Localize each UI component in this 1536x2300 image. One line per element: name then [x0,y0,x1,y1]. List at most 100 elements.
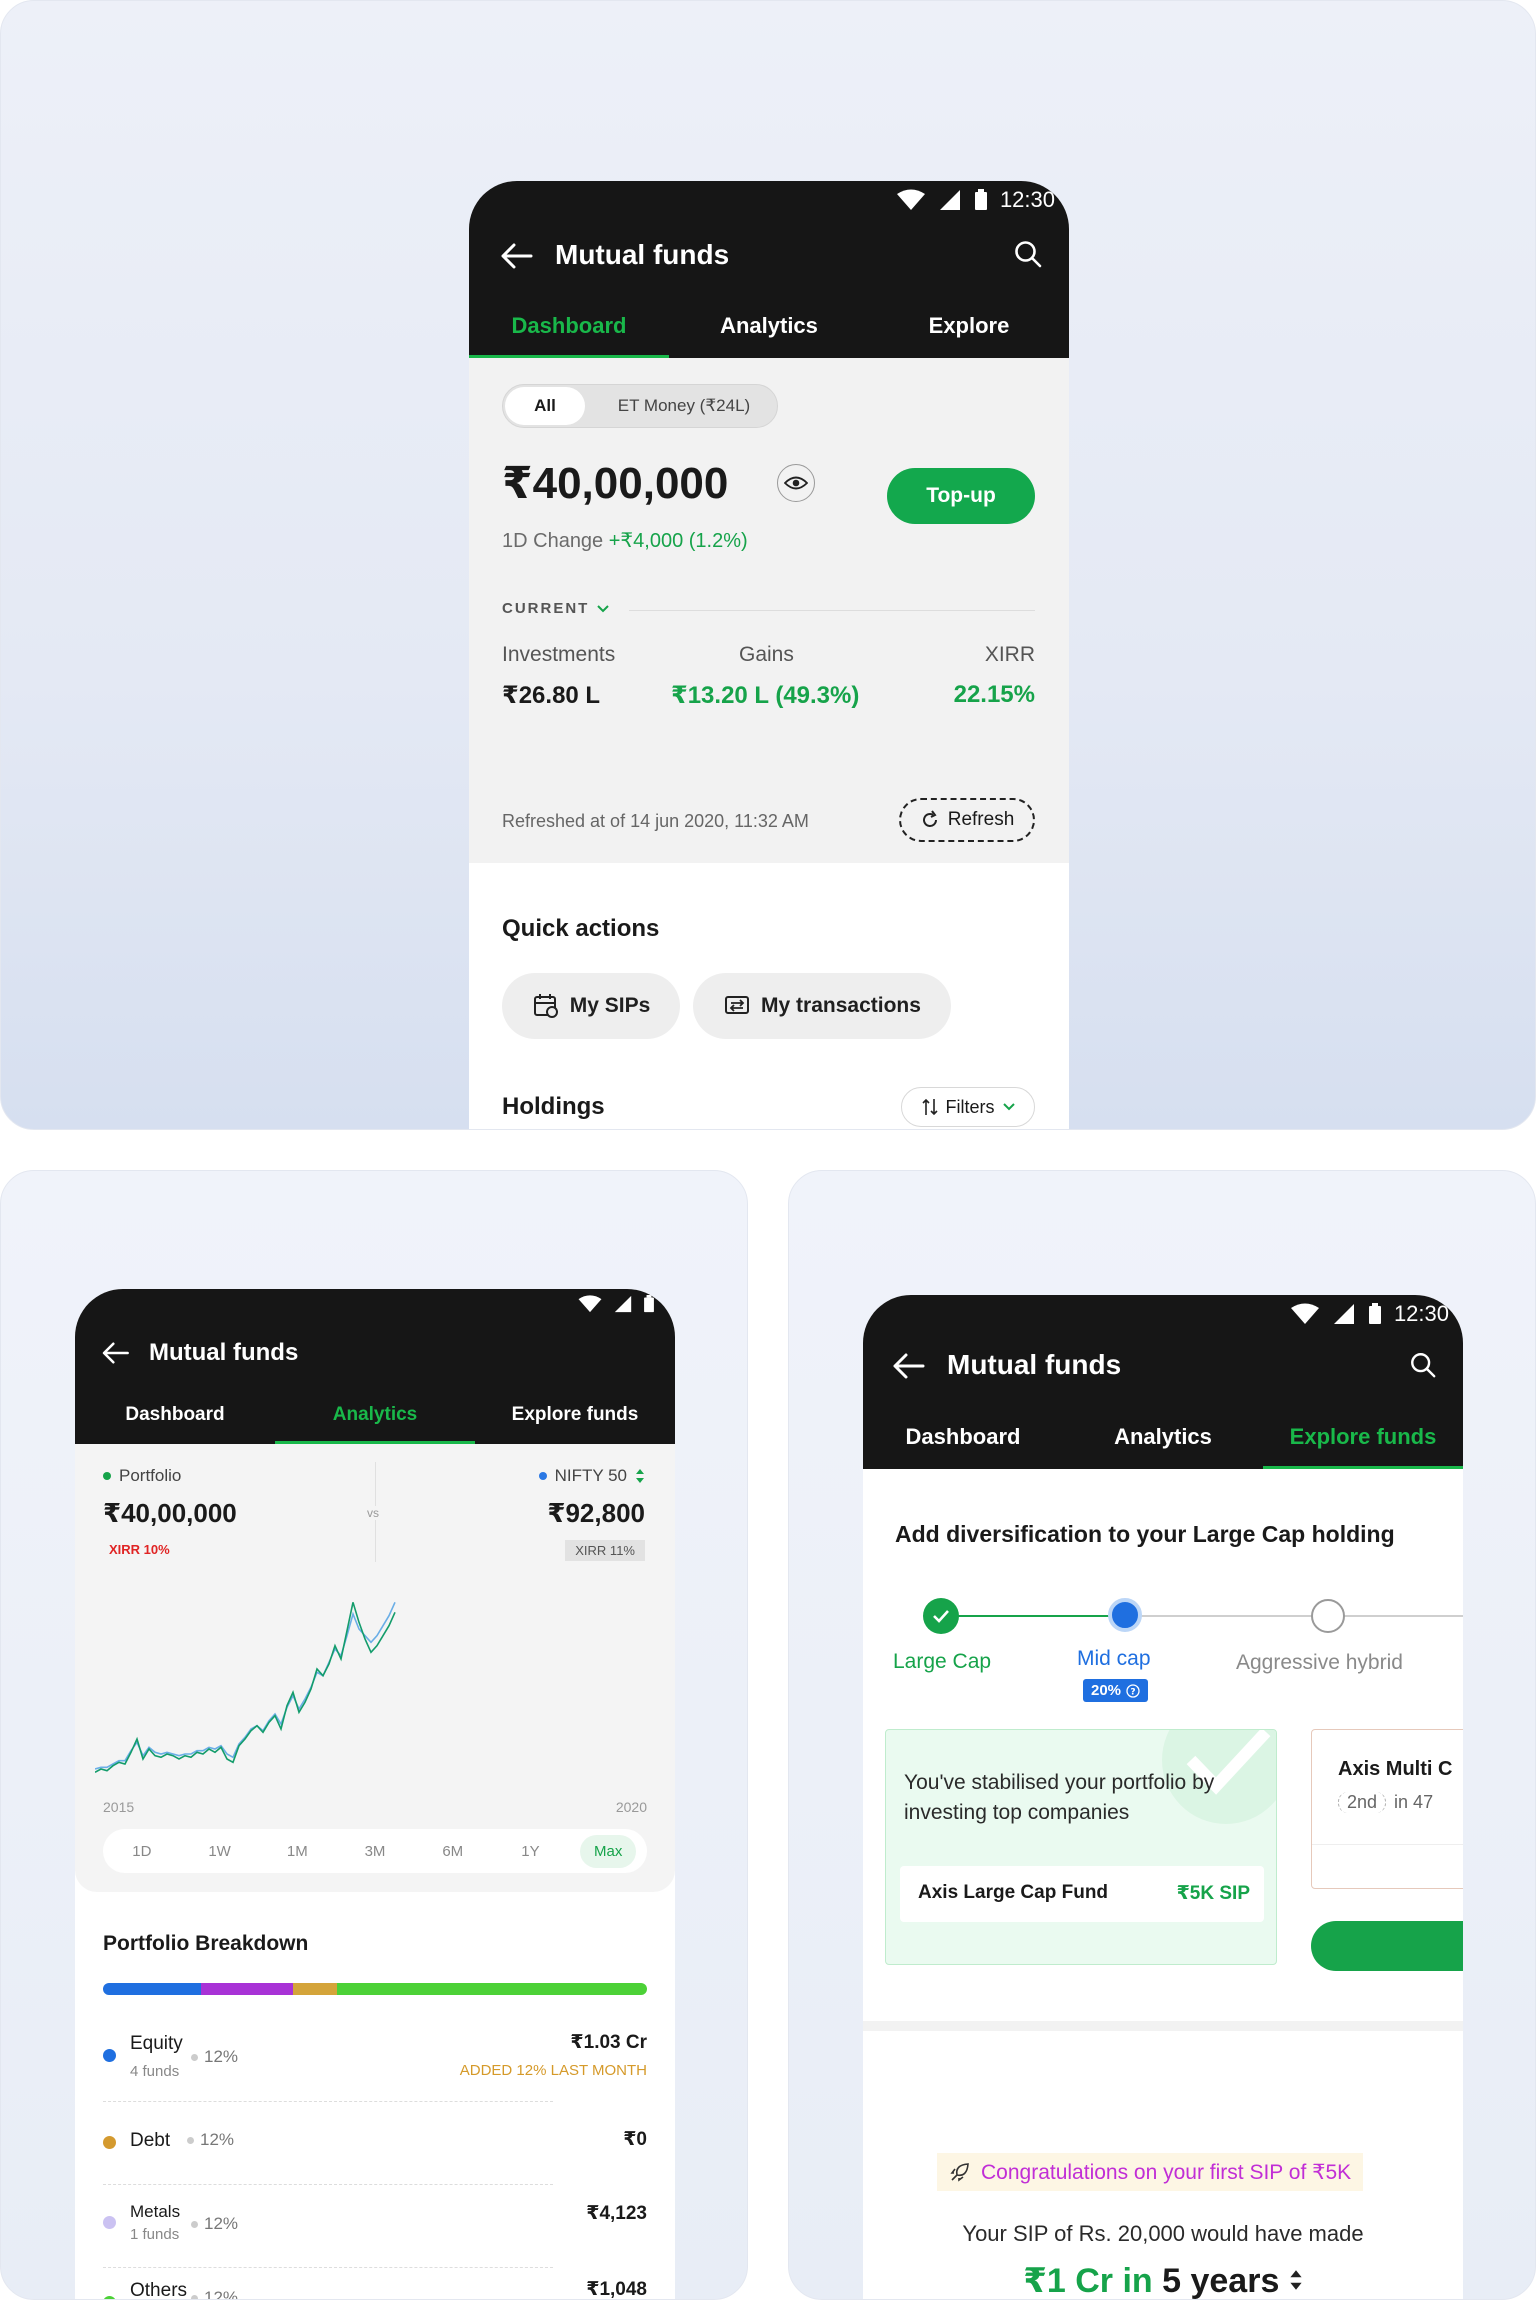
tab-dashboard[interactable]: Dashboard [75,1392,275,1444]
mid-cap-badge: 20% ? [1083,1679,1149,1702]
search-icon [1015,241,1042,268]
topup-button[interactable]: Top-up [887,468,1035,524]
tab-explore[interactable]: Explore [869,300,1069,358]
breakdown-row-equity[interactable]: Equity 4 funds 12% ₹1.03 Cr ADDED 12% LA… [103,2027,647,2099]
filter-all[interactable]: All [505,387,585,425]
page-title: Mutual funds [555,239,730,270]
congrats-text: Congratulations on your first SIP of ₹5K [981,2160,1352,2184]
battery-icon [1368,1303,1381,1324]
metals-pct: 12% [191,2214,238,2234]
back-button[interactable] [889,1347,927,1390]
equity-note: ADDED 12% LAST MONTH [459,2062,647,2079]
my-transactions-button[interactable]: My transactions [693,973,951,1039]
my-transactions-label: My transactions [761,994,921,1017]
step-large-cap-label: Large Cap [893,1650,992,1673]
breakdown-row-debt[interactable]: Debt 12% ₹0 [103,2114,647,2174]
range-3m[interactable]: 3M [336,1843,414,1860]
fund-name: Axis Large Cap Fund [918,1882,1109,1903]
search-button[interactable] [1409,1351,1437,1384]
step-aggressive-hybrid[interactable] [1311,1599,1345,1633]
range-max[interactable]: Max [569,1834,647,1868]
tab-dashboard[interactable]: Dashboard [863,1411,1063,1469]
chevron-down-icon [597,604,610,612]
diversification-heading: Add diversification to your Large Cap ho… [895,1521,1395,1547]
xirr-label: XIRR [984,643,1035,666]
xirr-value: 22.15% [953,681,1035,708]
dashboard-showcase-panel: 12:30 Mutual funds Dashboard Analytics E… [0,0,1536,1130]
year-end-label: 2020 [615,1799,647,1815]
app-bar: Mutual funds Dashboard Analytics Explore… [75,1289,675,1444]
signal-icon [614,1295,632,1313]
range-1w[interactable]: 1W [181,1843,259,1860]
back-button[interactable] [99,1337,131,1374]
range-1y[interactable]: 1Y [492,1843,570,1860]
sip-projection-text: Your SIP of Rs. 20,000 would have made [962,2221,1364,2246]
arrow-left-icon [102,1342,129,1364]
debt-dot [103,2136,116,2149]
search-button[interactable] [1013,239,1043,274]
signal-icon [1333,1304,1354,1324]
side-fund-in: in 47 [1394,1792,1434,1812]
status-bar [577,1295,655,1313]
fund-row[interactable]: Axis Large Cap Fund ₹5K SIP [900,1866,1264,1922]
breakdown-bar [103,1983,647,1995]
wifi-icon [1290,1303,1319,1324]
others-name: Others [130,2280,188,2300]
explore-phone: 12:30 Mutual funds Dashboard Analytics E… [863,1295,1463,2300]
back-button[interactable] [497,237,537,277]
nifty-selector[interactable]: NIFTY 50 [538,1466,645,1486]
refresh-icon [922,810,937,827]
wifi-icon [578,1295,602,1313]
step-mid-cap[interactable] [1108,1598,1142,1632]
step-aggressive-label: Aggressive hybrid [1236,1651,1403,1674]
section-divider [863,2021,1463,2031]
tab-bar: Dashboard Analytics Explore funds [75,1392,675,1444]
current-dropdown[interactable]: CURRENT [502,600,610,617]
account-filter: All ET Money (₹24L) [502,384,778,428]
page-title: Mutual funds [149,1339,299,1366]
wifi-icon [896,189,925,210]
filters-button[interactable]: Filters [901,1087,1035,1127]
portfolio-value: ₹40,00,000 [103,1498,237,1528]
toggle-visibility-button[interactable] [777,464,815,502]
breakdown-segment [336,1983,647,1995]
status-bar: 12:30 [896,187,1055,213]
filters-label: Filters [945,1096,995,1117]
side-invest-button[interactable] [1311,1921,1463,1971]
separator-dot [191,2053,198,2061]
fund-sip: ₹5K SIP [1176,1883,1250,1904]
range-6m[interactable]: 6M [414,1843,492,1860]
my-sips-button[interactable]: My SIPs [502,973,680,1039]
svg-text:?: ? [1130,1687,1135,1697]
refresh-button[interactable]: Refresh [899,798,1035,842]
transactions-icon [725,996,750,1014]
tab-analytics[interactable]: Analytics [1063,1411,1263,1469]
tab-dashboard[interactable]: Dashboard [469,300,669,358]
tab-explore-funds[interactable]: Explore funds [475,1392,675,1444]
arrow-left-icon [501,243,533,269]
range-1m[interactable]: 1M [258,1843,336,1860]
tab-analytics[interactable]: Analytics [275,1392,475,1444]
projection-amount: ₹1 Cr [1023,2262,1113,2300]
vs-label: vs [365,1506,381,1520]
sort-arrows-icon[interactable] [1289,2268,1303,2292]
change-label: 1D Change [502,530,604,552]
side-fund-card[interactable]: Axis Multi C 2nd in 47 [1311,1729,1463,1889]
projection-years[interactable]: 5 years [1162,2262,1279,2299]
congrats-banner: Congratulations on your first SIP of ₹5K [937,2153,1364,2191]
step-large-cap[interactable] [923,1598,959,1634]
breakdown-row-others[interactable]: Others 12% ₹1,048 [103,2274,647,2300]
filter-et-money[interactable]: ET Money (₹24L) [599,387,769,425]
debt-pct: 12% [187,2130,234,2150]
status-bar: 12:30 [1290,1301,1449,1327]
app-bar: 12:30 Mutual funds Dashboard Analytics E… [469,181,1069,358]
explore-showcase-panel: 12:30 Mutual funds Dashboard Analytics E… [788,1170,1536,2300]
range-1d[interactable]: 1D [103,1843,181,1860]
status-time: 12:30 [1393,1301,1449,1326]
tab-explore-funds[interactable]: Explore funds [1263,1411,1463,1469]
sort-arrows-icon [636,1469,644,1483]
breakdown-title: Portfolio Breakdown [103,1932,309,1955]
performance-chart [95,1601,396,1774]
tab-analytics[interactable]: Analytics [669,300,869,358]
breakdown-row-metals[interactable]: Metals 1 funds 12% ₹4,123 [103,2194,647,2260]
